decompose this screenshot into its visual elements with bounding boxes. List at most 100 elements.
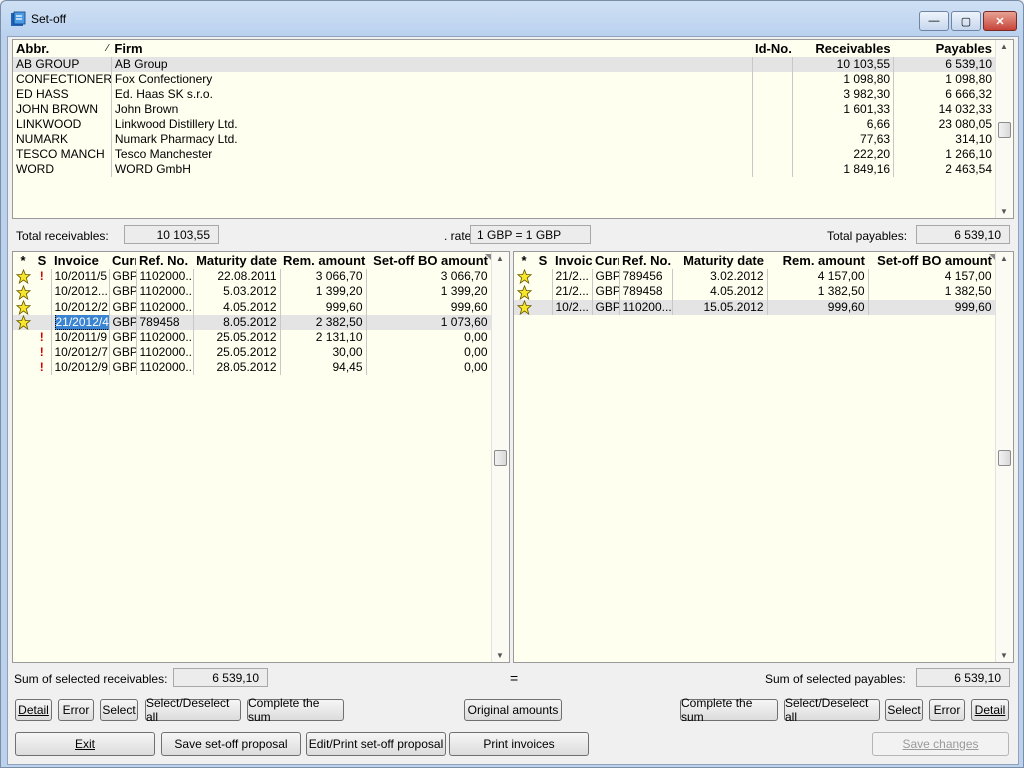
- col-star[interactable]: *: [13, 252, 33, 269]
- table-row[interactable]: ! 10/2012/9 GBP 1102000... 28.05.2012 94,45 0,…: [13, 360, 492, 376]
- star-cell[interactable]: [13, 330, 33, 345]
- invoice-cell: 21/2012/4: [51, 314, 110, 331]
- scroll-thumb[interactable]: [494, 450, 507, 466]
- col-firm[interactable]: Firm: [111, 40, 752, 57]
- edit-print-setoff-proposal-button[interactable]: Edit/Print set-off proposal: [306, 732, 446, 756]
- maximize-button[interactable]: ▢: [951, 11, 981, 31]
- setoff-amount-cell[interactable]: 1 399,20: [366, 284, 492, 300]
- table-row[interactable]: AB GROUP AB Group 10 103,55 6 539,10: [13, 57, 995, 72]
- col-invoice[interactable]: Invoice: [51, 252, 109, 269]
- table-row[interactable]: 10/2... GBP 110200... 15.05.2012 999,60 999,6…: [514, 299, 996, 315]
- select-deselect-all-button[interactable]: Select/Deselect all: [145, 696, 241, 724]
- col-payables[interactable]: Payables: [894, 40, 995, 57]
- invoice-cell-text: 21/2012/4: [54, 314, 109, 331]
- firm-payables-cell: 1 266,10: [945, 147, 992, 161]
- error-button[interactable]: Error: [58, 699, 94, 721]
- col-status[interactable]: S: [534, 252, 552, 269]
- col-receivables[interactable]: Receivables: [792, 40, 893, 57]
- setoff-amount-cell[interactable]: 999,60: [868, 299, 996, 315]
- select-deselect-all-right-button[interactable]: Select/Deselect all: [784, 696, 880, 724]
- col-id-no[interactable]: Id-No.: [752, 40, 792, 57]
- scroll-thumb[interactable]: [998, 450, 1011, 466]
- setoff-amount-cell[interactable]: 999,60: [366, 299, 492, 315]
- table-row[interactable]: ED HASS Ed. Haas SK s.r.o. 3 982,30 6 666,3…: [13, 87, 995, 102]
- star-cell[interactable]: [13, 284, 33, 300]
- setoff-amount-cell[interactable]: 4 157,00: [868, 269, 996, 285]
- setoff-amount-cell[interactable]: 0,00: [366, 360, 492, 376]
- setoff-amount-cell[interactable]: 1 073,60: [366, 314, 492, 331]
- table-row[interactable]: 10/2012/2 GBP 1102000... 4.05.2012 999,60 999…: [13, 299, 492, 315]
- exit-button[interactable]: Exit: [15, 732, 155, 756]
- table-row[interactable]: ! 10/2011/9 GBP 1102000... 25.05.2012 2 131,1…: [13, 330, 492, 346]
- detail-button[interactable]: Detail: [15, 699, 52, 721]
- currency-cell-text: GBP: [112, 315, 136, 330]
- col-ref-no[interactable]: Ref. No.: [136, 252, 193, 269]
- rem-amount-cell: 1 399,20: [280, 284, 367, 300]
- col-currency[interactable]: Curr: [592, 252, 619, 269]
- original-amounts-button[interactable]: Original amounts: [464, 699, 562, 721]
- setoff-amount-cell[interactable]: 1 382,50: [868, 284, 996, 300]
- col-setoff-amount[interactable]: Set-off BO amount: [366, 252, 491, 269]
- table-row[interactable]: CONFECTIONERY Fox Confectionery 1 098,80 1 …: [13, 72, 995, 87]
- col-rem-amount[interactable]: Rem. amount: [767, 252, 868, 269]
- star-icon: [15, 269, 31, 285]
- table-row[interactable]: 21/2... GBP 789456 3.02.2012 4 157,00 4 157,0…: [514, 269, 996, 285]
- minimize-button[interactable]: —: [919, 11, 949, 31]
- table-row[interactable]: 21/2... GBP 789458 4.05.2012 1 382,50 1 382,5…: [514, 284, 996, 300]
- setoff-amount-cell[interactable]: 0,00: [366, 345, 492, 361]
- col-maturity-date[interactable]: Maturity date: [193, 252, 280, 269]
- col-currency[interactable]: Curr: [109, 252, 136, 269]
- total-payables-value: 6 539,10: [916, 225, 1010, 244]
- receivables-scrollbar[interactable]: ▲ ▼: [491, 252, 509, 662]
- table-row[interactable]: WORD WORD GmbH 1 849,16 2 463,54: [13, 162, 995, 177]
- table-row[interactable]: NUMARK Numark Pharmacy Ltd. 77,63 314,10: [13, 132, 995, 147]
- table-row[interactable]: LINKWOOD Linkwood Distillery Ltd. 6,66 23 0…: [13, 117, 995, 132]
- error-right-button[interactable]: Error: [929, 699, 965, 721]
- payables-scrollbar[interactable]: ▲ ▼: [995, 252, 1013, 662]
- table-row[interactable]: JOHN BROWN John Brown 1 601,33 14 032,33: [13, 102, 995, 117]
- receivables-grid[interactable]: * S Invoice Curr Ref. No. Maturity date …: [12, 251, 510, 663]
- firm-abbr-cell: NUMARK: [13, 132, 112, 147]
- table-row[interactable]: 10/2012... GBP 1102000... 5.03.2012 1 399,20…: [13, 284, 492, 300]
- col-rem-amount[interactable]: Rem. amount: [280, 252, 366, 269]
- scroll-thumb[interactable]: [998, 122, 1011, 138]
- col-status[interactable]: S: [33, 252, 51, 269]
- maturity-date-cell-text: 15.05.2012: [703, 299, 764, 314]
- complete-sum-right-button[interactable]: Complete the sum: [680, 696, 778, 724]
- col-maturity-date[interactable]: Maturity date: [672, 252, 767, 269]
- maturity-date-cell: 4.05.2012: [193, 299, 281, 315]
- col-setoff-amount[interactable]: Set-off BO amount: [868, 252, 995, 269]
- table-row[interactable]: TESCO MANCH Tesco Manchester 222,20 1 266,1…: [13, 147, 995, 162]
- select-right-button[interactable]: Select: [885, 699, 923, 721]
- col-ref-no[interactable]: Ref. No.: [619, 252, 672, 269]
- detail-right-button[interactable]: Detail: [971, 699, 1009, 721]
- complete-sum-button[interactable]: Complete the sum: [247, 696, 344, 724]
- table-row[interactable]: ! 10/2012/7 GBP 1102000... 25.05.2012 30,00 0,…: [13, 345, 492, 361]
- payables-grid[interactable]: * S Invoice Curr Ref. No. Maturity date …: [513, 251, 1014, 663]
- save-changes-button[interactable]: Save changes: [872, 732, 1009, 756]
- save-setoff-proposal-button[interactable]: Save set-off proposal: [161, 732, 301, 756]
- star-cell[interactable]: [13, 345, 33, 360]
- print-invoices-button[interactable]: Print invoices: [449, 732, 589, 756]
- col-star[interactable]: *: [514, 252, 534, 269]
- star-cell[interactable]: [13, 314, 33, 331]
- col-invoice[interactable]: Invoice: [552, 252, 592, 269]
- table-row[interactable]: 21/2012/4 GBP 789458 8.05.2012 2 382,50 1 073…: [13, 314, 492, 331]
- table-row[interactable]: ! 10/2011/5 GBP 1102000... 22.08.2011 3 066,7…: [13, 269, 492, 285]
- star-cell[interactable]: [514, 299, 534, 315]
- star-cell[interactable]: [13, 299, 33, 315]
- firms-scrollbar[interactable]: ▲ ▼: [995, 40, 1013, 218]
- firms-table[interactable]: Abbr. ⁄ Firm Id-No. Receivables Payables …: [12, 39, 1014, 219]
- star-cell[interactable]: [13, 269, 33, 285]
- firm-name-cell: AB Group: [111, 57, 753, 72]
- col-abbr[interactable]: Abbr. ⁄: [13, 40, 111, 57]
- setoff-amount-cell[interactable]: 3 066,70: [366, 269, 492, 285]
- warning-icon: !: [33, 360, 52, 376]
- star-cell[interactable]: [13, 360, 33, 375]
- firm-receivables-cell: 1 098,80: [792, 72, 895, 87]
- close-button[interactable]: ✕: [983, 11, 1017, 31]
- setoff-amount-cell[interactable]: 0,00: [366, 330, 492, 346]
- star-cell[interactable]: [514, 269, 534, 285]
- star-cell[interactable]: [514, 284, 534, 300]
- select-button[interactable]: Select: [100, 699, 138, 721]
